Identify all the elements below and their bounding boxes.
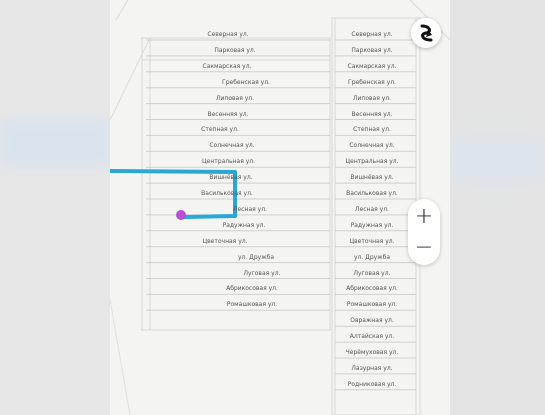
street-label: Радужная ул. xyxy=(222,221,266,229)
street-label: Парковая ул. xyxy=(214,46,256,54)
street-label: Цветочная ул. xyxy=(349,237,395,245)
street-label: Алтайская ул. xyxy=(349,333,395,341)
street-label: Солнечная ул. xyxy=(209,142,255,150)
street-label: Черёмуховая ул. xyxy=(345,349,399,356)
street-label: Гребенская ул. xyxy=(348,78,396,86)
street-label: Центральная ул. xyxy=(345,158,399,166)
street-label: Абрикосовая ул. xyxy=(226,285,278,293)
location-marker xyxy=(176,210,186,220)
street-label: Весенняя ул. xyxy=(351,110,393,118)
street-label: Овражная ул. xyxy=(350,317,394,325)
street-label: Липовая ул. xyxy=(352,94,392,102)
street-label: Северная ул. xyxy=(207,31,249,38)
street-label: Парковая ул. xyxy=(351,46,393,54)
right-background xyxy=(450,0,545,415)
street-label: Весенняя ул. xyxy=(207,110,249,118)
zoom-in-button[interactable]: + xyxy=(409,201,439,231)
street-label: Вишнёвая ул. xyxy=(209,174,253,182)
street-label: Радужная ул. xyxy=(350,221,394,229)
street-label: Центральная ул. xyxy=(202,158,256,166)
street-label: Лесная ул. xyxy=(233,205,267,213)
street-label: Васильковая ул. xyxy=(346,190,398,197)
street-label: Луговая ул. xyxy=(353,269,391,277)
street-label: Липовая ул. xyxy=(215,94,255,102)
street-label: Сакмарская ул. xyxy=(347,62,397,70)
street-label: Степная ул. xyxy=(353,126,391,134)
zoom-in-icon: + xyxy=(414,203,434,229)
street-label: Абрикосовая ул. xyxy=(346,285,398,293)
zoom-out-icon: − xyxy=(414,234,434,260)
compass-icon xyxy=(420,24,433,42)
map-view[interactable]: Северная ул. Парковая ул. Сакмарская ул. Гр… xyxy=(110,0,450,415)
street-label: Васильковая ул. xyxy=(201,190,253,197)
street-label: Ромашковая ул. xyxy=(346,301,398,309)
street-label: Родниковая ул. xyxy=(347,380,397,388)
street-label: Луговая ул. xyxy=(243,269,281,277)
street-label: Степная ул. xyxy=(201,126,239,134)
street-label: Вишнёвая ул. xyxy=(350,174,394,182)
compass-button[interactable] xyxy=(411,18,441,48)
street-label: ул. Дружба xyxy=(237,253,275,261)
street-label: Лазурная ул. xyxy=(351,364,393,372)
street-label: Цветочная ул. xyxy=(202,237,248,245)
zoom-out-button[interactable]: − xyxy=(409,232,439,262)
street-label: ул. Дружба xyxy=(353,253,391,261)
street-label: Ромашковая ул. xyxy=(226,301,278,309)
left-background xyxy=(0,0,110,415)
street-label: Солнечная ул. xyxy=(349,142,395,150)
street-label: Гребенская ул. xyxy=(222,78,270,86)
street-label: Лесная ул. xyxy=(355,205,389,213)
street-label: Северная ул. xyxy=(351,31,393,38)
street-label: Сакмарская ул. xyxy=(202,62,252,70)
